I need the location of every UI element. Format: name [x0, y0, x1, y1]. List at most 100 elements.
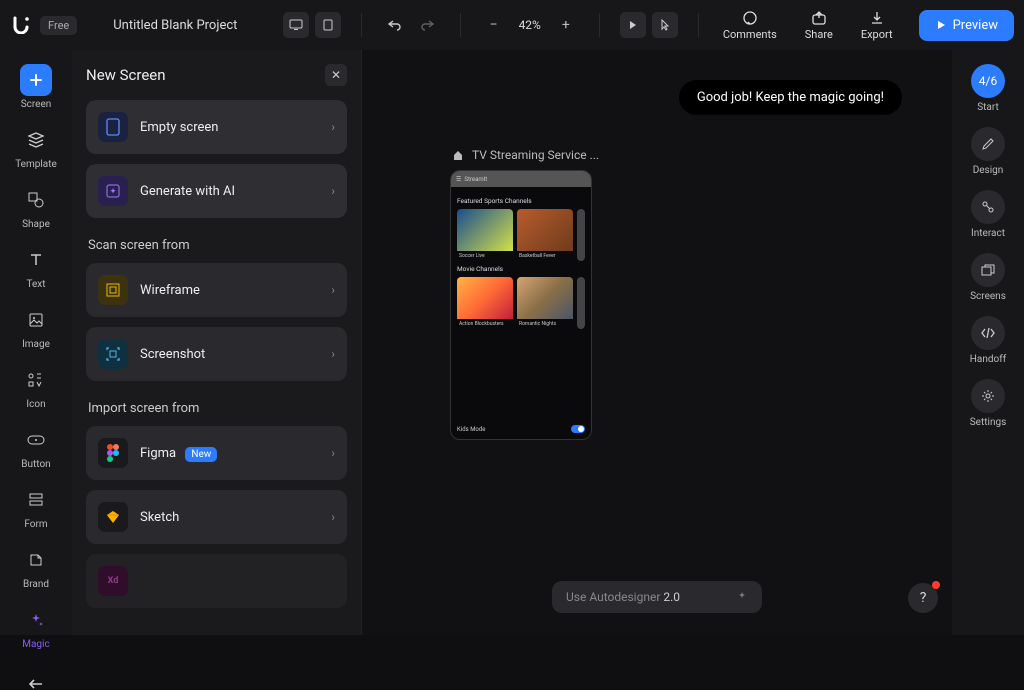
rr-label: Design	[973, 165, 1004, 176]
rail-item-text[interactable]: Text	[8, 244, 64, 290]
panel-close-button[interactable]: ✕	[325, 64, 347, 86]
section-import-label: Import screen from	[88, 401, 347, 416]
phone-footer: Kids Mode	[451, 419, 591, 439]
autodesigner-input[interactable]: Use Autodesigner 2.0	[552, 581, 762, 613]
pencil-icon	[971, 127, 1005, 161]
option-label: Wireframe	[140, 283, 319, 298]
breadcrumb[interactable]: TV Streaming Service ...	[452, 148, 599, 162]
rail-item-magic[interactable]: Magic	[8, 604, 64, 650]
rail-item-shape[interactable]: Shape	[8, 184, 64, 230]
rail-item-template[interactable]: Template	[8, 124, 64, 170]
play-icon	[935, 19, 947, 31]
phone-tile: Basketball Fever	[517, 209, 573, 261]
panel-title: New Screen	[86, 66, 166, 84]
comments-button[interactable]: Comments	[713, 10, 787, 41]
option-more[interactable]: Xd	[86, 554, 347, 608]
option-generate-ai[interactable]: Generate with AI ›	[86, 164, 347, 218]
cursor-icon[interactable]	[652, 12, 678, 38]
new-screen-panel: New Screen ✕ Empty screen › Generate wit…	[72, 50, 362, 635]
notification-dot-icon	[932, 581, 940, 589]
option-screenshot[interactable]: Screenshot ›	[86, 327, 347, 381]
rr-label: Settings	[970, 417, 1007, 428]
device-desktop-icon[interactable]	[283, 12, 309, 38]
preview-label: Preview	[953, 18, 998, 33]
progress-badge[interactable]: 4/6	[971, 64, 1005, 98]
rail-item-image[interactable]: Image	[8, 304, 64, 350]
new-badge: New	[185, 447, 217, 462]
sparkle-icon	[20, 604, 52, 636]
rail-label: Brand	[23, 579, 49, 590]
code-icon	[971, 316, 1005, 350]
form-icon	[20, 484, 52, 516]
preview-button[interactable]: Preview	[919, 10, 1014, 41]
left-rail: Screen Template Shape Text Image Icon	[0, 50, 72, 635]
text-icon	[20, 244, 52, 276]
interact-icon	[971, 190, 1005, 224]
right-rail: 4/6 Start Design Interact Screens Handof…	[952, 50, 1024, 635]
phone-tile: Romantic Nights	[517, 277, 573, 329]
comment-icon	[742, 10, 758, 26]
option-label: Screenshot	[140, 347, 319, 362]
figma-icon	[98, 438, 128, 468]
plus-icon	[20, 64, 52, 96]
rail-item-screen[interactable]: Screen	[8, 64, 64, 110]
rail-item-button[interactable]: Button	[8, 424, 64, 470]
chevron-right-icon: ›	[331, 347, 335, 361]
undo-icon[interactable]	[382, 12, 408, 38]
ai-icon	[98, 176, 128, 206]
phone-tile: Soccer Live	[457, 209, 513, 261]
rr-item-settings[interactable]: Settings	[960, 379, 1016, 428]
chevron-right-icon: ›	[331, 446, 335, 460]
template-icon	[20, 124, 52, 156]
screenshot-icon	[98, 339, 128, 369]
project-title[interactable]: Untitled Blank Project	[113, 18, 237, 33]
zoom-in-icon[interactable]: +	[553, 12, 579, 38]
app-logo-icon[interactable]	[10, 14, 32, 36]
zoom-out-icon[interactable]: −	[481, 12, 507, 38]
option-label: Generate with AI	[140, 184, 319, 199]
plan-badge[interactable]: Free	[40, 16, 77, 35]
rr-label: Handoff	[970, 354, 1006, 365]
rr-item-design[interactable]: Design	[960, 127, 1016, 176]
rail-item-icon[interactable]: Icon	[8, 364, 64, 410]
rail-label: Text	[26, 279, 45, 290]
rail-label: Button	[21, 459, 50, 470]
device-mobile-icon[interactable]	[315, 12, 341, 38]
option-wireframe[interactable]: Wireframe ›	[86, 263, 347, 317]
chevron-right-icon: ›	[331, 510, 335, 524]
phone-tile: Action Blockbusters	[457, 277, 513, 329]
rail-item-brand[interactable]: Brand	[8, 544, 64, 590]
help-button[interactable]: ?	[908, 583, 938, 613]
rr-item-handoff[interactable]: Handoff	[960, 316, 1016, 365]
toast-message: Good job! Keep the magic going!	[679, 80, 902, 115]
option-empty-screen[interactable]: Empty screen ›	[86, 100, 347, 154]
home-icon	[452, 149, 464, 161]
option-sketch[interactable]: Sketch ›	[86, 490, 347, 544]
play-icon[interactable]	[620, 12, 646, 38]
rail-label: Template	[15, 159, 57, 170]
phone-mockup[interactable]: ☰ StreamIt Featured Sports Channels Socc…	[450, 170, 592, 440]
comments-label: Comments	[723, 28, 777, 41]
close-icon: ✕	[331, 68, 341, 82]
share-button[interactable]: Share	[795, 10, 843, 41]
rail-item-form[interactable]: Form	[8, 484, 64, 530]
toggle-icon	[571, 425, 585, 433]
rr-item-interact[interactable]: Interact	[960, 190, 1016, 239]
progress-label: Start	[977, 102, 999, 113]
sketch-icon	[98, 502, 128, 532]
option-figma[interactable]: Figma New ›	[86, 426, 347, 480]
chevron-right-icon: ›	[331, 120, 335, 134]
zoom-level[interactable]: 42%	[513, 18, 547, 32]
topbar: Free Untitled Blank Project − 42% +	[0, 0, 1024, 50]
rail-label: Icon	[26, 399, 45, 410]
canvas[interactable]: TV Streaming Service ... ☰ StreamIt Feat…	[362, 50, 952, 635]
rr-item-screens[interactable]: Screens	[960, 253, 1016, 302]
export-button[interactable]: Export	[851, 10, 903, 41]
autodesigner-version: 2.0	[663, 590, 680, 604]
shape-icon	[20, 184, 52, 216]
back-button[interactable]	[21, 678, 51, 690]
redo-icon[interactable]	[414, 12, 440, 38]
rail-label: Image	[22, 339, 50, 350]
icon-icon	[20, 364, 52, 396]
brand-icon	[20, 544, 52, 576]
